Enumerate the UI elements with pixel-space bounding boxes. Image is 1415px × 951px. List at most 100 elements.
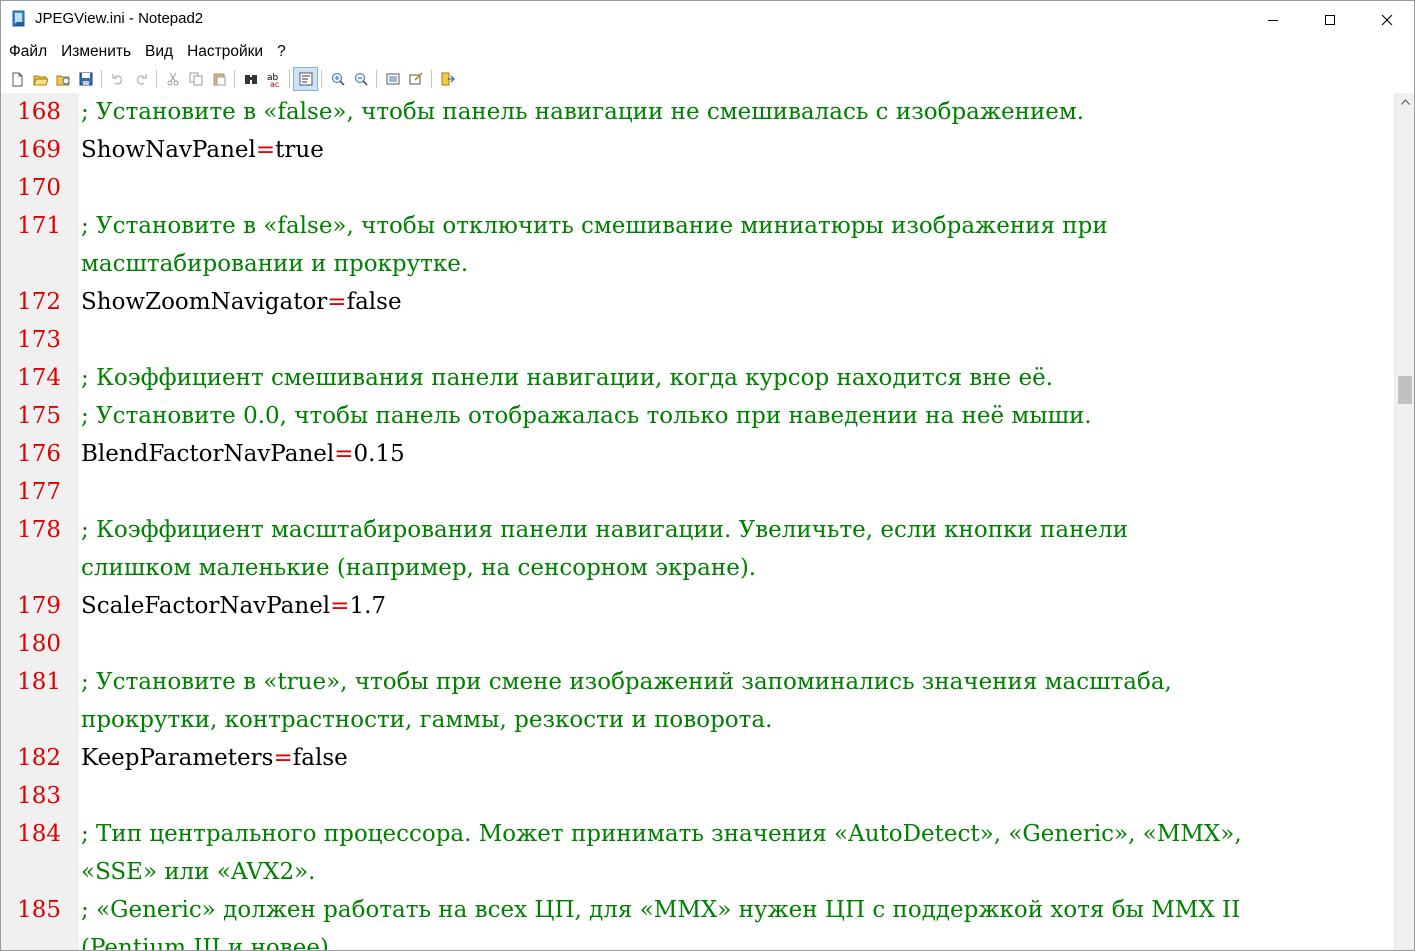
comment-text: ; Установите в «false», чтобы отключить … xyxy=(81,213,1108,239)
editor-line[interactable]: 172 ShowZoomNavigator=false xyxy=(1,283,1394,321)
notepad2-app-icon xyxy=(12,10,25,27)
chevron-up-icon xyxy=(1400,99,1410,105)
menu-item-2[interactable]: Вид xyxy=(138,43,180,61)
comment-text: ; Коэффициент масштабирования панели нав… xyxy=(81,517,1128,543)
editor-line[interactable]: 168 ; Установите в «false», чтобы панель … xyxy=(1,93,1394,131)
exit-button[interactable] xyxy=(436,68,459,90)
zoom-in-icon xyxy=(331,73,345,86)
undo-button[interactable] xyxy=(106,68,129,90)
comment-text: (Pentium III и новее). xyxy=(81,935,337,951)
setting-key: KeepParameters xyxy=(81,745,274,771)
editor-line[interactable]: 180 xyxy=(1,625,1394,663)
line-number: 180 xyxy=(17,631,61,657)
editor-line[interactable]: 177 xyxy=(1,473,1394,511)
paste-icon xyxy=(213,73,225,86)
editor-line[interactable]: 178 ; Коэффициент масштабирования панели … xyxy=(1,511,1394,549)
setting-value: true xyxy=(275,137,324,163)
line-number: 182 xyxy=(17,745,61,771)
editor-line[interactable]: 184 ; Тип центрального процессора. Может … xyxy=(1,815,1394,853)
cut-button[interactable] xyxy=(161,68,184,90)
zoom-out-button[interactable] xyxy=(349,68,372,90)
setting-value: 1.7 xyxy=(349,593,387,619)
editor-line[interactable]: масштабировании и прокрутке. xyxy=(1,245,1394,283)
maximize-button[interactable] xyxy=(1301,1,1358,38)
editor-line[interactable]: 183 xyxy=(1,777,1394,815)
redo-button[interactable] xyxy=(129,68,152,90)
word-wrap-button[interactable] xyxy=(293,67,318,91)
scroll-thumb[interactable] xyxy=(1398,376,1412,404)
save-button[interactable] xyxy=(74,68,97,90)
vertical-scrollbar[interactable] xyxy=(1394,93,1414,950)
text-editor[interactable]: 168 ; Установите в «false», чтобы панель … xyxy=(1,93,1394,951)
menu-item-1[interactable]: Изменить xyxy=(54,43,138,61)
setting-key: BlendFactorNavPanel xyxy=(81,441,335,467)
editor-line[interactable]: 170 xyxy=(1,169,1394,207)
editor-line[interactable]: (Pentium III и новее). xyxy=(1,929,1394,951)
comment-text: «SSE» или «AVX2». xyxy=(81,859,316,885)
replace-button[interactable]: ab ac xyxy=(262,68,285,90)
copy-icon xyxy=(189,72,202,86)
editor-line[interactable]: «SSE» или «AVX2». xyxy=(1,853,1394,891)
minimize-icon xyxy=(1267,19,1278,21)
zoom-in-button[interactable] xyxy=(326,68,349,90)
open-file-icon xyxy=(32,75,48,86)
comment-text: ; Тип центрального процессора. Может при… xyxy=(81,821,1242,847)
browse-button[interactable] xyxy=(51,68,74,90)
editor-line[interactable]: 182 KeepParameters=false xyxy=(1,739,1394,777)
setting-line: KeepParameters=false xyxy=(81,743,348,773)
editor-line[interactable]: 176 BlendFactorNavPanel=0.15 xyxy=(1,435,1394,473)
editor-line[interactable]: прокрутки, контрастности, гаммы, резкост… xyxy=(1,701,1394,739)
comment-text: ; «Generic» должен работать на всех ЦП, … xyxy=(81,897,1241,923)
editor-line[interactable]: 175 ; Установите 0.0, чтобы панель отобра… xyxy=(1,397,1394,435)
exit-icon xyxy=(441,72,455,86)
customize-schemes-icon xyxy=(409,72,423,85)
comment-text: ; Коэффициент смешивания панели навигаци… xyxy=(81,365,1054,391)
customize-schemes-button[interactable] xyxy=(404,68,427,90)
menu-item-4[interactable]: ? xyxy=(270,43,293,61)
find-button[interactable] xyxy=(239,68,262,90)
line-number: 183 xyxy=(17,783,61,809)
editor-line[interactable]: 179 ScaleFactorNavPanel=1.7 xyxy=(1,587,1394,625)
new-file-button[interactable] xyxy=(5,68,28,90)
minimize-button[interactable] xyxy=(1244,1,1301,38)
toolbar-separator xyxy=(289,70,290,88)
editor-line[interactable]: слишком маленькие (например, на сенсорно… xyxy=(1,549,1394,587)
comment-text: ; Установите 0.0, чтобы панель отображал… xyxy=(81,403,1092,429)
comment-text: масштабировании и прокрутке. xyxy=(81,251,469,277)
equals-operator: = xyxy=(273,745,293,771)
copy-button[interactable] xyxy=(184,68,207,90)
open-file-button[interactable] xyxy=(28,68,51,90)
line-number: 177 xyxy=(17,479,61,505)
save-icon xyxy=(79,72,92,86)
find-icon xyxy=(244,75,257,84)
close-button[interactable] xyxy=(1358,1,1414,38)
browse-icon xyxy=(56,75,69,86)
toolbar-separator xyxy=(321,70,322,88)
scheme-button[interactable] xyxy=(381,68,404,90)
editor-line[interactable]: 169 ShowNavPanel=true xyxy=(1,131,1394,169)
scroll-up-button[interactable] xyxy=(1395,93,1414,111)
toolbar-separator xyxy=(431,70,432,88)
menu-item-0[interactable]: Файл xyxy=(1,43,54,61)
setting-line: ShowZoomNavigator=false xyxy=(81,287,402,317)
close-icon xyxy=(1381,14,1392,25)
setting-key: ShowNavPanel xyxy=(81,137,256,163)
line-number: 173 xyxy=(17,327,61,353)
title-bar[interactable]: JPEGView.ini - Notepad2 xyxy=(1,1,1414,38)
paste-button[interactable] xyxy=(207,68,230,90)
editor-line[interactable]: 173 xyxy=(1,321,1394,359)
editor-line[interactable]: 185 ; «Generic» должен работать на всех Ц… xyxy=(1,891,1394,929)
editor-line[interactable]: 171 ; Установите в «false», чтобы отключи… xyxy=(1,207,1394,245)
toolbar-separator xyxy=(156,70,157,88)
editor-line[interactable]: 174 ; Коэффициент смешивания панели навиг… xyxy=(1,359,1394,397)
redo-icon xyxy=(136,74,147,85)
line-number: 169 xyxy=(17,137,61,163)
editor-line[interactable]: 181 ; Установите в «true», чтобы при смен… xyxy=(1,663,1394,701)
menu-bar: Файл Изменить Вид Настройки? xyxy=(1,39,1414,65)
comment-text: слишком маленькие (например, на сенсорно… xyxy=(81,555,757,581)
line-number: 174 xyxy=(17,365,61,391)
menu-item-3[interactable]: Настройки xyxy=(180,43,270,61)
equals-operator: = xyxy=(327,289,347,315)
undo-icon xyxy=(111,74,122,85)
line-number: 176 xyxy=(17,441,61,467)
